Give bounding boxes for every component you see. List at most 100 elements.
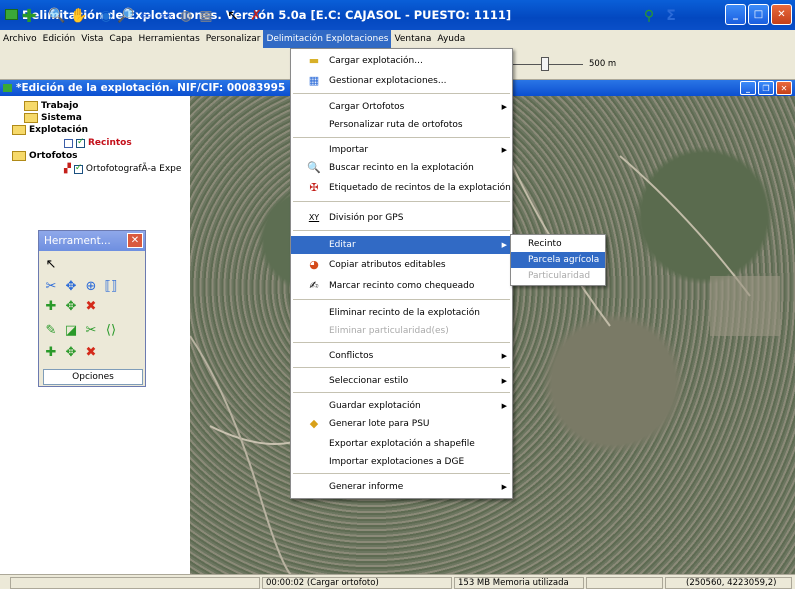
menu-item-editar[interactable]: Editar ▶ <box>291 236 512 254</box>
back-arrow-icon[interactable]: ⇦ <box>137 7 155 25</box>
delete-icon[interactable]: ✗ <box>247 7 265 25</box>
folder-icon <box>12 151 26 161</box>
submenu-item-parcela[interactable]: Parcela agrícola <box>511 252 605 268</box>
submenu-arrow-icon: ▶ <box>501 241 507 249</box>
cut-icon[interactable]: ✂ <box>83 323 99 339</box>
add-icon[interactable]: ✚ <box>20 6 38 27</box>
editar-submenu: Recinto Parcela agrícola Particularidad <box>510 234 606 286</box>
menu-item-eliminar-recinto[interactable]: Eliminar recinto de la explotación <box>291 304 512 322</box>
submenu-item-recinto[interactable]: Recinto <box>511 236 605 252</box>
menu-edicion[interactable]: Edición <box>40 30 79 48</box>
tree-item-recintos[interactable]: Recintos <box>64 137 132 148</box>
pin-icon: ✠ <box>309 181 319 194</box>
menu-item-seleccionar-estilo[interactable]: Seleccionar estilo ▶ <box>291 372 512 390</box>
delete-vertex-icon[interactable]: ✖ <box>83 299 99 315</box>
tree-item-sistema[interactable]: Sistema <box>24 113 82 123</box>
sum-icon[interactable]: Σ <box>662 7 680 25</box>
menu-ayuda[interactable]: Ayuda <box>434 30 468 48</box>
pointer-icon[interactable]: ↖ <box>224 7 242 25</box>
menu-separator <box>293 473 510 474</box>
zoom-icon[interactable]: 🔍 <box>48 7 66 25</box>
menu-capa[interactable]: Capa <box>106 30 135 48</box>
tree-item-trabajo[interactable]: Trabajo <box>24 101 78 111</box>
status-panel-empty2 <box>586 577 663 589</box>
tree-item-ortofoto-layer[interactable]: ▞ OrtofotografÃ-a Expe <box>64 163 181 175</box>
menu-item-conflictos[interactable]: Conflictos ▶ <box>291 347 512 365</box>
table-icon: ▦ <box>308 74 320 87</box>
grid-icon[interactable]: ▦ <box>197 7 215 25</box>
menu-item-copiar-atributos[interactable]: ◕ Copiar atributos editables <box>291 256 512 274</box>
folder-icon <box>12 125 26 135</box>
refresh-icon[interactable]: ◍ <box>177 7 195 25</box>
add-vertex-icon[interactable]: ✚ <box>43 299 59 315</box>
menu-item-exportar-shapefile[interactable]: Exportar explotación a shapefile <box>291 435 512 453</box>
menu-item-generar-informe[interactable]: Generar informe ▶ <box>291 478 512 496</box>
menu-item-etiquetado[interactable]: ✠ Etiquetado de recintos de la explotació… <box>291 179 512 197</box>
move-vertex-icon[interactable]: ✥ <box>63 279 79 295</box>
menu-archivo[interactable]: Archivo <box>0 30 40 48</box>
doc-close-button[interactable]: ✕ <box>776 81 792 95</box>
menu-item-personalizar-ruta[interactable]: Personalizar ruta de ortofotos <box>291 116 512 134</box>
maximize-button[interactable]: □ <box>748 4 769 25</box>
globe-icon[interactable]: ◉ <box>97 7 115 25</box>
recintos-checkbox[interactable] <box>76 137 85 148</box>
menu-delimitacion[interactable]: Delimitación Explotaciones <box>263 30 392 48</box>
zoom-extent-icon[interactable]: 🔎 <box>117 7 135 25</box>
menu-item-marcar-chequeado[interactable]: ✍ Marcar recinto como chequeado <box>291 277 512 295</box>
submenu-arrow-icon: ▶ <box>501 377 507 385</box>
menu-personalizar[interactable]: Personalizar <box>203 30 264 48</box>
menu-separator <box>293 367 510 368</box>
menu-vista[interactable]: Vista <box>78 30 106 48</box>
magnifier-icon: 🔍 <box>307 161 321 174</box>
measure-icon[interactable]: ⚲ <box>640 7 658 25</box>
doc-minimize-button[interactable]: _ <box>740 81 756 95</box>
snap-icon[interactable]: ◪ <box>63 323 79 339</box>
menu-item-importar-dge[interactable]: Importar explotaciones a DGE <box>291 453 512 471</box>
forward-arrow-icon[interactable]: ⇨ <box>157 7 175 25</box>
menu-herramientas[interactable]: Herramientas <box>135 30 202 48</box>
menu-item-eliminar-particularidad: Eliminar particularidad(es) <box>329 326 449 336</box>
select-pointer-icon[interactable]: ↖ <box>43 257 59 273</box>
menu-separator <box>293 299 510 300</box>
pan-hand-icon[interactable]: ✋ <box>70 7 88 25</box>
menu-ventana[interactable]: Ventana <box>391 30 434 48</box>
document-icon <box>3 84 12 92</box>
folder-icon <box>24 113 38 123</box>
menu-item-division-gps[interactable]: XY División por GPS <box>291 209 512 227</box>
menu-item-cargar-ortofotos[interactable]: Cargar Ortofotos ▶ <box>291 98 512 116</box>
menu-item-gestionar[interactable]: ▦ Gestionar explotaciones... <box>291 72 512 90</box>
folder-icon <box>24 101 38 111</box>
menu-item-generar-lote[interactable]: ◆ Generar lote para PSU <box>291 415 512 433</box>
submenu-item-particularidad: Particularidad <box>528 271 591 281</box>
tree-item-explotacion[interactable]: Explotación <box>12 125 88 135</box>
remove-node-icon[interactable]: ✖ <box>83 345 99 361</box>
menu-item-buscar-recinto[interactable]: 🔍 Buscar recinto en la explotación <box>291 159 512 177</box>
edit-polygon-icon[interactable]: ✎ <box>43 323 59 339</box>
tools-close-button[interactable]: ✕ <box>127 233 143 248</box>
menu-item-guardar[interactable]: Guardar explotación ▶ <box>291 397 512 415</box>
link-icon[interactable]: ⟨⟩ <box>103 323 119 339</box>
status-coords: (250560, 4223059,2) <box>665 577 792 589</box>
minimize-button[interactable]: _ <box>725 4 746 25</box>
status-time: 00:00:02 (Cargar ortofoto) <box>262 577 452 589</box>
window-controls: _ □ ✕ <box>725 4 792 25</box>
split-icon[interactable]: ✂ <box>43 279 59 295</box>
bracket-icon[interactable]: ⟦⟧ <box>103 279 119 295</box>
menu-item-cargar-explotacion[interactable]: ▬ Cargar explotación... <box>291 52 512 70</box>
close-button[interactable]: ✕ <box>771 4 792 25</box>
tree-item-ortofotos[interactable]: Ortofotos <box>12 151 78 161</box>
scale-slider-thumb[interactable] <box>541 57 549 71</box>
drag-node-icon[interactable]: ✥ <box>63 345 79 361</box>
menu-item-importar[interactable]: Importar ▶ <box>291 141 512 159</box>
status-panel-empty <box>10 577 260 589</box>
add-node-icon[interactable]: ✚ <box>43 345 59 361</box>
merge-icon[interactable]: ⊕ <box>83 279 99 295</box>
opciones-button[interactable]: Opciones <box>43 369 143 385</box>
menu-separator <box>293 137 510 138</box>
doc-restore-button[interactable]: ❐ <box>758 81 774 95</box>
scale-label: 500 m <box>589 59 617 69</box>
ortofoto-checkbox[interactable] <box>73 163 83 174</box>
app-icon <box>5 9 18 20</box>
status-bar: 00:00:02 (Cargar ortofoto) 153 MB Memori… <box>0 574 795 589</box>
move-node-icon[interactable]: ✥ <box>63 299 79 315</box>
